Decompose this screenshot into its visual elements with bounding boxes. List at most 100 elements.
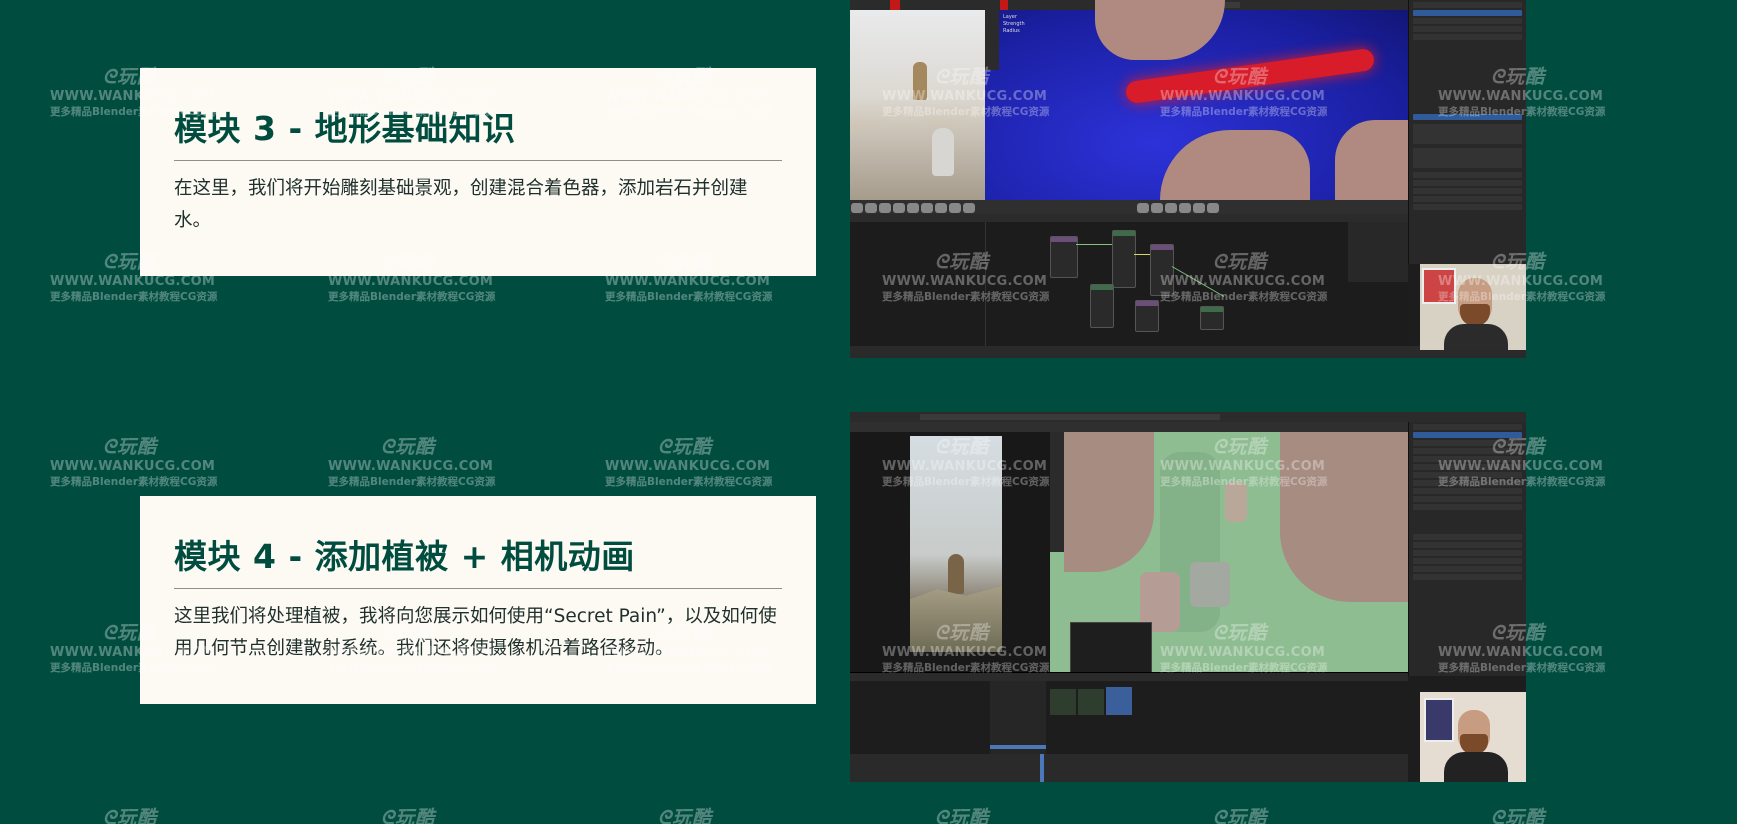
watermark: ᘓ玩酷WWW.WANKUCG.COM 更多精品Blender素材教程CG资源 [1160,618,1328,675]
watermark: ᘓ玩酷WWW.WANKUCG.COM 更多精品Blender素材教程CG资源 [882,247,1050,304]
watermark-logo: ᘓ玩酷 [102,622,158,644]
watermark-tagline: 更多精品Blender素材教程CG资源 [882,476,1050,488]
watermark-tagline: 更多精品Blender素材教程CG资源 [50,291,218,303]
watermark-logo: ᘓ玩酷 [657,436,713,458]
watermark: ᘓ玩酷WWW.WANKUCG.COM 更多精品Blender素材教程CG资源 [882,618,1050,675]
watermark-url: WWW.WANKUCG.COM [50,459,216,474]
watermark: ᘓ玩酷WWW.WANKUCG.COM 更多精品Blender素材教程CG资源 [1438,432,1606,489]
watermark-url: WWW.WANKUCG.COM [1160,89,1326,104]
watermark: ᘓ玩酷WWW.WANKUCG.COM更多精品Blender素材教程CG资源 [50,803,210,824]
watermark-tagline: 更多精品Blender素材教程CG资源 [882,662,1050,674]
watermark: ᘓ玩酷WWW.WANKUCG.COM更多精品Blender素材教程CG资源 [1160,247,1328,304]
watermark: ᘓ玩酷WWW.WANKUCG.COM 更多精品Blender素材教程CG资源 [1438,247,1606,304]
watermark-tagline: 更多精品Blender素材教程CG资源 [328,106,496,118]
watermark-logo: ᘓ玩酷 [1490,436,1546,458]
watermark: ᘓ玩酷WWW.WANKUCG.COM更多精品Blender素材教程CG资源 [328,803,488,824]
watermark-url: WWW.WANKUCG.COM [882,274,1048,289]
watermark-logo: ᘓ玩酷 [657,251,713,273]
watermark: ᘓ玩酷WWW.WANKUCG.COM更多精品Blender素材教程CG资源 [50,618,218,675]
watermark-tagline: 更多精品Blender素材教程CG资源 [605,476,773,488]
watermark-tagline: 更多精品Blender素材教程CG资源 [605,662,773,674]
watermark-tagline: 更多精品Blender素材教程CG资源 [1160,291,1328,303]
watermark: ᘓ玩酷WWW.WANKUCG.COM更多精品Blender素材教程CG资源 [605,803,765,824]
watermark-tagline: 更多精品Blender素材教程CG资源 [1438,291,1606,303]
watermark-tagline: 更多精品Blender素材教程CG资源 [882,291,1050,303]
watermark-tagline: 更多精品Blender素材教程CG资源 [1160,476,1328,488]
watermark-logo: ᘓ玩酷 [1212,622,1268,644]
watermark: ᘓ玩酷WWW.WANKUCG.COM 更多精品Blender素材教程CG资源 [605,618,773,675]
watermark-tagline: 更多精品Blender素材教程CG资源 [328,476,496,488]
watermark-logo: ᘓ玩酷 [1490,251,1546,273]
watermark-logo: ᘓ玩酷 [102,66,158,88]
watermark-layer: ᘓ玩酷 WWW.WANKUCG.COM 更多精品Blender素材教程CG资源 ᘓ玩酷… [0,0,1737,824]
watermark: ᘓ玩酷WWW.WANKUCG.COM更多精品Blender素材教程CG资源 [50,247,218,304]
watermark-url: WWW.WANKUCG.COM [882,645,1048,660]
watermark: ᘓ玩酷WWW.WANKUCG.COM 更多精品Blender素材教程CG资源 [328,432,496,489]
watermark-url: WWW.WANKUCG.COM [1438,274,1604,289]
watermark-logo: ᘓ玩酷 [657,807,713,824]
watermark-url: WWW.WANKUCG.COM [328,645,494,660]
watermark-logo: ᘓ玩酷 [102,251,158,273]
watermark-url: WWW.WANKUCG.COM [1160,274,1326,289]
watermark: ᘓ玩酷WWW.WANKUCG.COM 更多精品Blender素材教程CG资源 [882,432,1050,489]
watermark-logo: ᘓ玩酷 [1212,436,1268,458]
watermark-logo: ᘓ玩酷 [102,436,158,458]
watermark-url: WWW.WANKUCG.COM [328,274,494,289]
watermark-url: WWW.WANKUCG.COM [605,645,771,660]
watermark-logo: ᘓ玩酷 [934,622,990,644]
watermark-logo: ᘓ玩酷 [102,807,158,824]
watermark: ᘓ玩酷WWW.WANKUCG.COM 更多精品Blender素材教程CG资源 [882,62,1050,119]
watermark: ᘓ玩酷WWW.WANKUCG.COM更多精品Blender素材教程CG资源 [328,247,495,304]
watermark-logo: ᘓ玩酷 [1212,66,1268,88]
watermark-url: WWW.WANKUCG.COM [882,459,1048,474]
watermark-url: WWW.WANKUCG.COM [1438,89,1604,104]
watermark: ᘓ玩酷WWW.WANKUCG.COM 更多精品Blender素材教程CG资源 [328,62,496,119]
watermark-url: WWW.WANKUCG.COM [605,274,771,289]
watermark-tagline: 更多精品Blender素材教程CG资源 [605,291,773,303]
watermark-logo: ᘓ玩酷 [380,807,436,824]
watermark: ᘓ玩酷WWW.WANKUCG.COM 更多精品Blender素材教程CG资源 [1160,432,1328,489]
watermark-logo: ᘓ玩酷 [1490,622,1546,644]
watermark-logo: ᘓ玩酷 [380,622,436,644]
watermark-url: WWW.WANKUCG.COM [882,89,1048,104]
watermark-logo: ᘓ玩酷 [934,436,990,458]
watermark-url: WWW.WANKUCG.COM [328,459,494,474]
watermark-url: WWW.WANKUCG.COM [50,89,216,104]
watermark: ᘓ玩酷WWW.WANKUCG.COM更多精品Blender素材教程CG资源 [1438,803,1598,824]
watermark-url: WWW.WANKUCG.COM [328,89,494,104]
watermark-tagline: 更多精品Blender素材教程CG资源 [50,662,218,674]
watermark-tagline: 更多精品Blender素材教程CG资源 [50,106,218,118]
watermark-logo: ᘓ玩酷 [1212,807,1268,824]
watermark: ᘓ玩酷WWW.WANKUCG.COM 更多精品Blender素材教程CG资源 [328,618,496,675]
watermark-tagline: 更多精品Blender素材教程CG资源 [1160,662,1328,674]
watermark: ᘓ玩酷WWW.WANKUCG.COM 更多精品Blender素材教程CG资源 [605,432,773,489]
watermark-url: WWW.WANKUCG.COM [1160,645,1326,660]
watermark-tagline: 更多精品Blender素材教程CG资源 [882,106,1050,118]
watermark-logo: ᘓ玩酷 [934,251,990,273]
watermark-url: WWW.WANKUCG.COM [1160,459,1326,474]
watermark-url: WWW.WANKUCG.COM [1438,459,1604,474]
watermark-logo: ᘓ玩酷 [380,66,436,88]
watermark-logo: ᘓ玩酷 [657,622,713,644]
watermark-tagline: 更多精品Blender素材教程CG资源 [1160,106,1328,118]
watermark-tagline: 更多精品Blender素材教程CG资源 [605,106,773,118]
watermark-url: WWW.WANKUCG.COM [1438,645,1604,660]
watermark-url: WWW.WANKUCG.COM [605,89,771,104]
watermark: ᘓ玩酷WWW.WANKUCG.COM 更多精品Blender素材教程CG资源 [1438,618,1606,675]
watermark-tagline: 更多精品Blender素材教程CG资源 [1438,476,1606,488]
watermark-tagline: 更多精品Blender素材教程CG资源 [328,662,496,674]
watermark-url: WWW.WANKUCG.COM [605,459,771,474]
watermark: ᘓ玩酷WWW.WANKUCG.COM 更多精品Blender素材教程CG资源 [50,432,218,489]
watermark-logo: ᘓ玩酷 [934,66,990,88]
watermark: ᘓ玩酷WWW.WANKUCG.COM 更多精品Blender素材教程CG资源 [605,62,773,119]
watermark-tagline: 更多精品Blender素材教程CG资源 [50,476,218,488]
watermark: ᘓ玩酷WWW.WANKUCG.COM更多精品Blender素材教程CG资源 [1438,62,1606,119]
watermark: ᘓ玩酷WWW.WANKUCG.COM 更多精品Blender素材教程CG资源 [50,62,218,119]
watermark-tagline: 更多精品Blender素材教程CG资源 [1438,662,1606,674]
watermark: ᘓ玩酷WWW.WANKUCG.COM 更多精品Blender素材教程CG资源 [605,247,773,304]
watermark-logo: ᘓ玩酷 [657,66,713,88]
watermark-tagline: 更多精品Blender素材教程CG资源 [1438,106,1606,118]
watermark-logo: ᘓ玩酷 [380,251,436,273]
watermark-logo: ᘓ玩酷 [934,807,990,824]
watermark-logo: ᘓ玩酷 [380,436,436,458]
